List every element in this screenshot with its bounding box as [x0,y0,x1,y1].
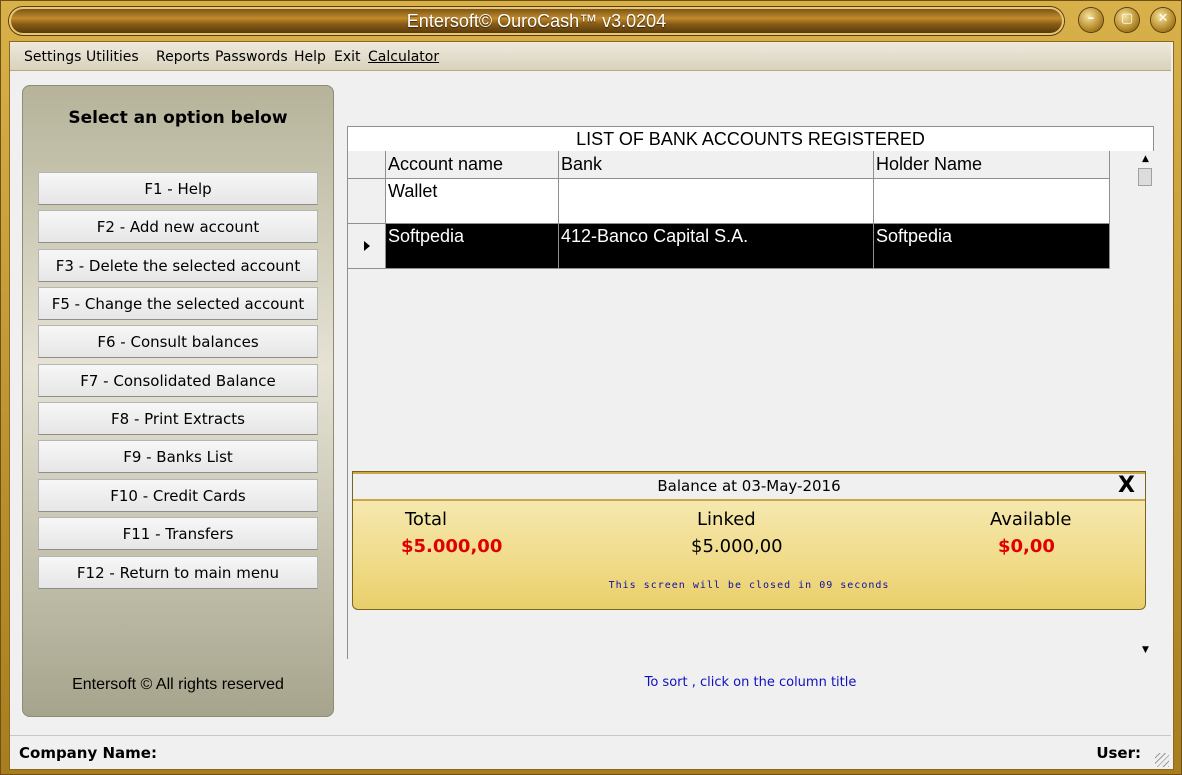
sort-hint: To sort , click on the column title [644,675,857,690]
banks-list-button[interactable]: F9 - Banks List [38,440,318,473]
menu-help[interactable]: Help [294,49,326,65]
column-header-holder[interactable]: Holder Name [874,151,1110,179]
transfers-button[interactable]: F11 - Transfers [38,517,318,550]
menu-exit[interactable]: Exit [334,49,361,65]
cell-bank[interactable] [559,179,874,224]
window-title: Entersoft© OuroCash™ v3.0204 [406,11,667,31]
add-account-button[interactable]: F2 - Add new account [38,210,318,243]
column-header-account[interactable]: Account name [386,151,559,179]
consolidated-balance-button[interactable]: F7 - Consolidated Balance [38,364,318,397]
balance-title: Balance at 03-May-2016 [657,477,841,495]
status-bar: Company Name: User: [10,735,1171,769]
title-bar[interactable]: Entersoft© OuroCash™ v3.0204 [9,7,1064,35]
current-row-arrow-icon [364,241,370,251]
copyright-text: Entersoft © All rights reserved [72,676,284,693]
client-area: Settings Utilities Reports Passwords Hel… [9,41,1174,770]
credit-cards-button[interactable]: F10 - Credit Cards [38,479,318,512]
consult-balances-button[interactable]: F6 - Consult balances [38,325,318,358]
close-icon: ✕ [1157,11,1169,26]
menu-calculator[interactable]: Calculator [368,49,439,65]
change-account-button[interactable]: F5 - Change the selected account [38,287,318,320]
app-window: Entersoft© OuroCash™ v3.0204 – ▢ ✕ Setti… [0,0,1182,775]
available-value: $0,00 [998,536,1055,557]
row-selector[interactable] [348,224,386,269]
menu-reports[interactable]: Reports [156,49,210,65]
options-heading: Select an option below [68,108,288,128]
scroll-down-icon[interactable]: ▼ [1137,642,1154,659]
cell-holder[interactable]: Softpedia [874,224,1110,269]
restore-icon: ▢ [1120,11,1134,26]
print-extracts-button[interactable]: F8 - Print Extracts [38,402,318,435]
balance-popup: Balance at 03-May-2016 X Total $5.000,00… [352,471,1146,610]
linked-value: $5.000,00 [691,536,783,557]
balance-title-bar: Balance at 03-May-2016 X [353,472,1145,501]
help-button[interactable]: F1 - Help [38,172,318,205]
scroll-up-icon[interactable]: ▲ [1137,151,1154,168]
options-panel: Select an option below F1 - Help F2 - Ad… [22,85,334,717]
cell-account[interactable]: Wallet [386,179,559,224]
row-selector[interactable] [348,179,386,224]
total-label: Total [405,509,448,530]
menu-settings[interactable]: Settings [24,49,81,65]
minimize-button[interactable]: – [1079,8,1103,32]
auto-close-note: This screen will be closed in 09 seconds [608,580,890,591]
menu-bar: Settings Utilities Reports Passwords Hel… [10,42,1171,71]
close-window-button[interactable]: ✕ [1151,8,1175,32]
menu-passwords[interactable]: Passwords [215,49,288,65]
cell-bank[interactable]: 412-Banco Capital S.A. [559,224,874,269]
cell-holder[interactable] [874,179,1110,224]
total-value: $5.000,00 [401,536,503,557]
restore-button[interactable]: ▢ [1115,8,1139,32]
column-header-bank[interactable]: Bank [559,151,874,179]
balance-close-button[interactable]: X [1118,473,1135,498]
delete-account-button[interactable]: F3 - Delete the selected account [38,249,318,282]
cell-account[interactable]: Softpedia [386,224,559,269]
return-main-menu-button[interactable]: F12 - Return to main menu [38,556,318,589]
row-header-corner [348,151,386,179]
grid-caption: LIST OF BANK ACCOUNTS REGISTERED [348,127,1153,152]
linked-label: Linked [697,509,756,530]
scroll-thumb[interactable] [1138,168,1152,186]
minimize-icon: – [1087,11,1095,26]
company-name-label: Company Name: [19,744,157,762]
available-label: Available [990,509,1072,530]
menu-utilities[interactable]: Utilities [86,49,139,65]
user-label: User: [1096,744,1141,762]
resize-grip-icon[interactable] [1155,753,1169,767]
